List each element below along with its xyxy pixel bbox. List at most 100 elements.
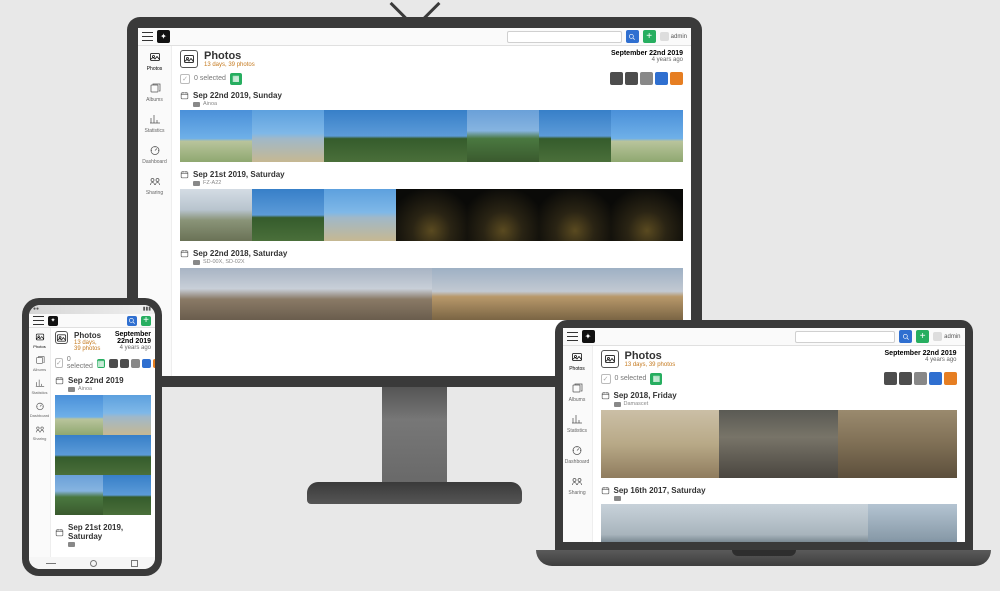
sidebar-item-sharing[interactable]: Sharing	[29, 424, 50, 441]
photo-thumbnail[interactable]	[396, 110, 468, 162]
photo-thumbnail[interactable]	[719, 410, 838, 478]
search-input[interactable]	[795, 331, 895, 343]
select-all-checkbox[interactable]: ✓	[601, 374, 611, 384]
add-button[interactable]: +	[643, 30, 656, 43]
menu-icon[interactable]	[567, 331, 578, 342]
select-all-checkbox[interactable]: ✓	[180, 74, 190, 84]
sort-button[interactable]	[670, 72, 683, 85]
sidebar-item-dashboard[interactable]: Dashboard	[563, 443, 592, 465]
sidebar-item-photos[interactable]: Photos	[29, 332, 50, 349]
camera-icon	[68, 542, 75, 547]
photo-thumbnail[interactable]	[180, 189, 252, 241]
action-button[interactable]: ▦	[650, 373, 662, 385]
day-header[interactable]: Sep 21st 2019, Saturday	[55, 523, 151, 541]
photo-thumbnail[interactable]	[180, 110, 252, 162]
photo-thumbnail[interactable]	[103, 475, 151, 515]
user-menu[interactable]: admin	[933, 332, 960, 341]
dashboard-icon	[570, 443, 584, 457]
home-icon[interactable]	[90, 560, 97, 567]
day-header[interactable]: Sep 22nd 2019	[55, 376, 151, 385]
select-all-checkbox[interactable]: ✓	[55, 358, 63, 368]
photo-thumbnail[interactable]	[868, 504, 957, 542]
photo-thumbnail[interactable]	[396, 189, 468, 241]
photo-thumbnail[interactable]	[55, 395, 103, 435]
action-button[interactable]: ▦	[97, 359, 105, 368]
view-grid2-button[interactable]	[899, 372, 912, 385]
photo-thumbnail[interactable]	[103, 435, 151, 475]
calendar-icon	[601, 391, 610, 400]
view-list-button[interactable]	[640, 72, 653, 85]
sidebar-item-statistics[interactable]: Statistics	[138, 112, 171, 134]
sidebar-item-albums[interactable]: Albums	[563, 381, 592, 403]
menu-icon[interactable]	[33, 315, 44, 326]
view-list-button[interactable]	[914, 372, 927, 385]
user-menu[interactable]: admin	[660, 32, 687, 41]
photo-thumbnail[interactable]	[180, 268, 432, 320]
view-map-button[interactable]	[655, 72, 668, 85]
sidebar-item-statistics[interactable]: Statistics	[563, 412, 592, 434]
day-header[interactable]: Sep 21st 2019, Saturday	[180, 170, 683, 179]
search-button[interactable]	[899, 330, 912, 343]
photo-thumbnail[interactable]	[103, 395, 151, 435]
photo-thumbnail[interactable]	[611, 110, 683, 162]
app-logo[interactable]: ✦	[48, 316, 58, 326]
photo-thumbnail[interactable]	[432, 268, 684, 320]
phone-nav-bar[interactable]	[29, 557, 155, 569]
photo-thumbnail[interactable]	[838, 410, 957, 478]
main-content: Photos 13 days, 39 photos September 22nd…	[593, 346, 965, 542]
sidebar-item-albums[interactable]: Albums	[29, 355, 50, 372]
search-button[interactable]	[127, 316, 137, 326]
day-date: Sep 2018, Friday	[614, 391, 677, 400]
sidebar-item-photos[interactable]: Photos	[138, 50, 171, 72]
view-grid2-button[interactable]	[625, 72, 638, 85]
photo-thumbnail[interactable]	[324, 189, 396, 241]
sidebar-item-sharing[interactable]: Sharing	[563, 474, 592, 496]
day-header[interactable]: Sep 16th 2017, Saturday	[601, 486, 957, 495]
photo-thumbnail[interactable]	[55, 475, 103, 515]
photo-thumbnail[interactable]	[539, 189, 611, 241]
day-meta: FZ-A22	[193, 180, 683, 186]
search-button[interactable]	[626, 30, 639, 43]
photo-thumbnail[interactable]	[252, 189, 324, 241]
photo-thumbnail[interactable]	[252, 110, 324, 162]
sidebar-item-photos[interactable]: Photos	[563, 350, 592, 372]
back-icon[interactable]	[46, 563, 56, 564]
view-grid-button[interactable]	[884, 372, 897, 385]
photo-thumbnail[interactable]	[601, 504, 690, 542]
view-list-button[interactable]	[131, 359, 140, 368]
search-input[interactable]	[507, 31, 622, 43]
photo-thumbnail[interactable]	[467, 189, 539, 241]
view-map-button[interactable]	[929, 372, 942, 385]
sidebar-item-statistics[interactable]: Statistics	[29, 378, 50, 395]
add-button[interactable]: +	[916, 330, 929, 343]
view-grid-button[interactable]	[109, 359, 118, 368]
photo-thumbnail[interactable]	[690, 504, 779, 542]
app-logo[interactable]: ✦	[157, 30, 170, 43]
photos-icon	[148, 50, 162, 64]
action-button[interactable]: ▦	[230, 73, 242, 85]
view-grid-button[interactable]	[610, 72, 623, 85]
photo-thumbnail[interactable]	[611, 189, 683, 241]
calendar-icon	[55, 376, 64, 385]
photo-thumbnail[interactable]	[467, 110, 539, 162]
day-header[interactable]: Sep 22nd 2018, Saturday	[180, 249, 683, 258]
sort-button[interactable]	[944, 372, 957, 385]
menu-icon[interactable]	[142, 31, 153, 42]
day-header[interactable]: Sep 2018, Friday	[601, 391, 957, 400]
sidebar-item-dashboard[interactable]: Dashboard	[138, 143, 171, 165]
photo-thumbnail[interactable]	[55, 435, 103, 475]
app-logo[interactable]: ✦	[582, 330, 595, 343]
add-button[interactable]: +	[141, 316, 151, 326]
sidebar-item-sharing[interactable]: Sharing	[138, 174, 171, 196]
view-map-button[interactable]	[142, 359, 151, 368]
photo-thumbnail[interactable]	[539, 110, 611, 162]
photo-thumbnail[interactable]	[324, 110, 396, 162]
sidebar-item-dashboard[interactable]: Dashboard	[29, 401, 50, 418]
sort-button[interactable]	[153, 359, 155, 368]
day-header[interactable]: Sep 22nd 2019, Sunday	[180, 91, 683, 100]
sidebar-item-albums[interactable]: Albums	[138, 81, 171, 103]
recents-icon[interactable]	[131, 560, 138, 567]
photo-thumbnail[interactable]	[601, 410, 720, 478]
view-grid2-button[interactable]	[120, 359, 129, 368]
photo-thumbnail[interactable]	[779, 504, 868, 542]
